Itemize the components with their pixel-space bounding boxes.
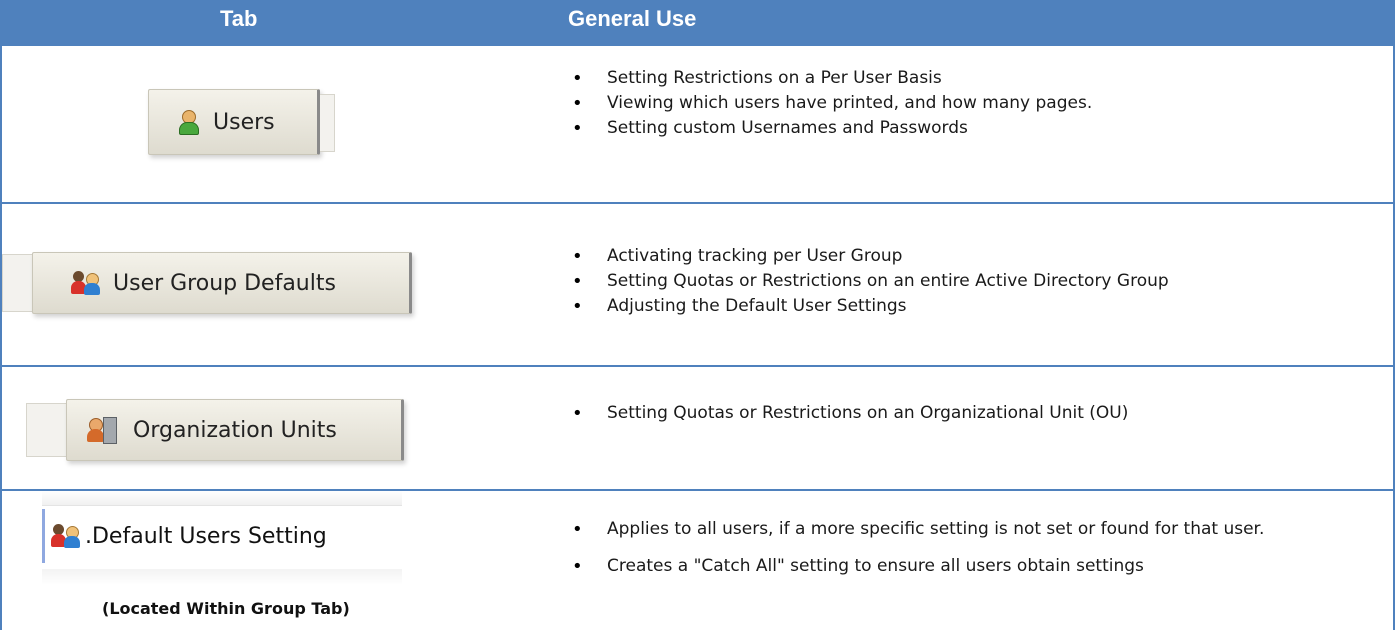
user-group-icon xyxy=(51,523,83,549)
header-tab: Tab xyxy=(220,6,258,31)
list-item: Creates a "Catch All" setting to ensure … xyxy=(562,554,1322,579)
adjacent-tab-edge xyxy=(26,403,67,457)
user-icon xyxy=(177,110,199,135)
user-group-icon xyxy=(71,270,103,296)
list-item: Setting custom Usernames and Passwords xyxy=(562,116,1092,141)
users-tab-label: Users xyxy=(213,109,275,135)
list-item: Adjusting the Default User Settings xyxy=(562,294,1169,319)
list-item: Setting Quotas or Restrictions on an Org… xyxy=(562,401,1128,426)
tab-cell: Users xyxy=(2,44,538,202)
users-tab-button[interactable]: Users xyxy=(148,89,320,155)
users-use-list: Setting Restrictions on a Per User Basis… xyxy=(562,66,1092,141)
list-item: Applies to all users, if a more specific… xyxy=(562,517,1322,542)
location-note: (Located Within Group Tab) xyxy=(102,599,350,618)
adjacent-tab-edge xyxy=(320,94,335,152)
organization-units-tab-button[interactable]: Organization Units xyxy=(66,399,404,461)
default-users-setting-use-list: Applies to all users, if a more specific… xyxy=(562,517,1322,579)
list-item: Activating tracking per User Group xyxy=(562,244,1169,269)
tab-cell: Organization Units xyxy=(2,367,538,489)
table-row: Organization Units Setting Quotas or Res… xyxy=(2,367,1393,491)
tab-cell: User Group Defaults xyxy=(2,204,538,365)
default-users-setting-tree-item[interactable]: .Default Users Setting xyxy=(42,509,415,563)
organization-unit-icon xyxy=(87,417,117,444)
header-general-use: General Use xyxy=(568,6,697,31)
table-header: Tab General Use xyxy=(2,0,1393,46)
tree-item-below-faded xyxy=(42,569,402,585)
table-row: User Group Defaults Activating tracking … xyxy=(2,204,1393,367)
adjacent-tab-edge xyxy=(2,254,33,312)
user-group-defaults-tab-label: User Group Defaults xyxy=(113,270,336,296)
list-item: Viewing which users have printed, and ho… xyxy=(562,91,1092,116)
tab-usage-table: Tab General Use Users Setting Restrictio… xyxy=(0,0,1395,630)
user-group-defaults-tab-button[interactable]: User Group Defaults xyxy=(32,252,412,314)
list-item: Setting Quotas or Restrictions on an ent… xyxy=(562,269,1169,294)
list-item: Setting Restrictions on a Per User Basis xyxy=(562,66,1092,91)
tree-item-above-faded xyxy=(42,491,402,506)
table-row: Users Setting Restrictions on a Per User… xyxy=(2,44,1393,204)
default-users-setting-label: .Default Users Setting xyxy=(85,523,327,549)
organization-units-use-list: Setting Quotas or Restrictions on an Org… xyxy=(562,401,1128,426)
user-group-defaults-use-list: Activating tracking per User Group Setti… xyxy=(562,244,1169,319)
organization-units-tab-label: Organization Units xyxy=(133,417,337,443)
